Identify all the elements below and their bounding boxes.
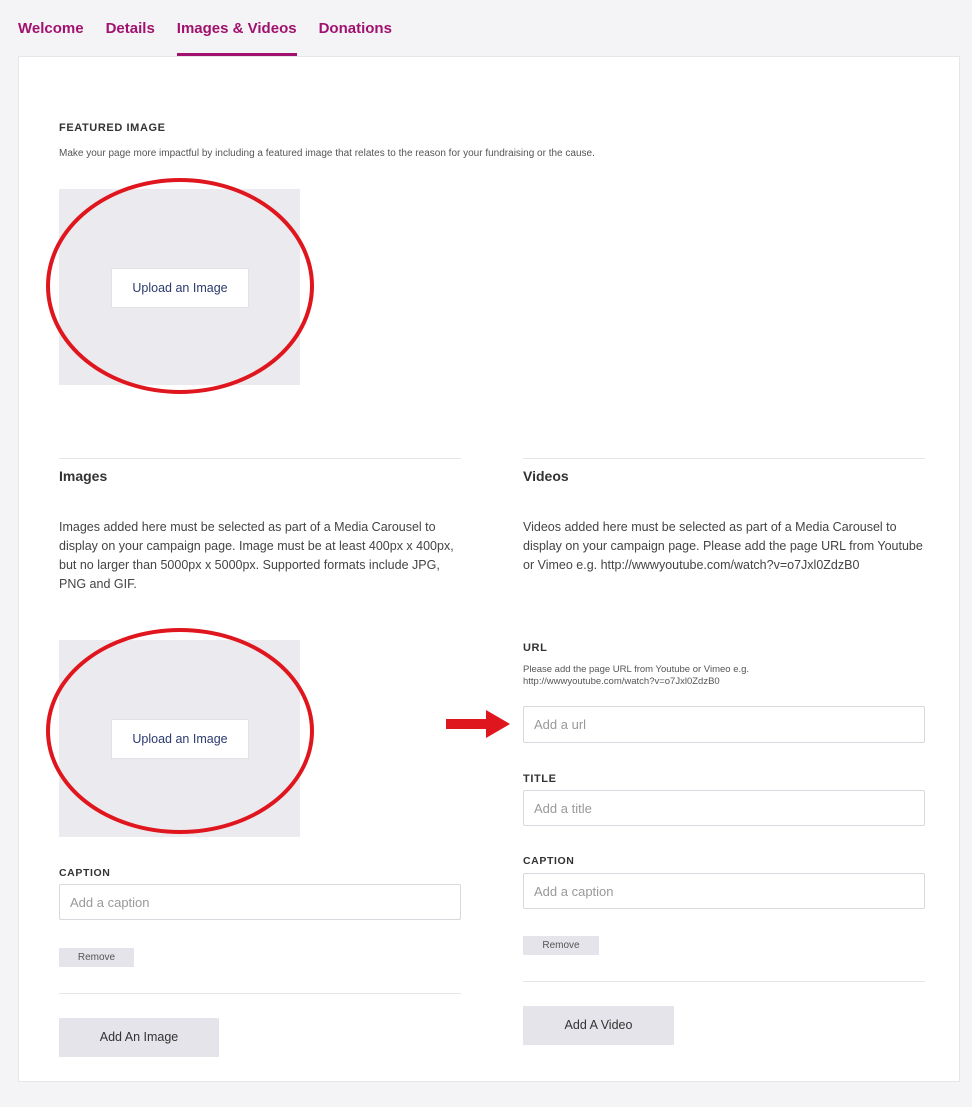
url-label: URL	[523, 642, 548, 654]
images-description: Images added here must be selected as pa…	[59, 520, 454, 591]
tab-donations[interactable]: Donations	[319, 0, 392, 56]
divider	[59, 458, 461, 459]
featured-image-title: FEATURED IMAGE	[59, 122, 166, 134]
title-label: TITLE	[523, 773, 557, 785]
videos-description: Videos added here must be selected as pa…	[523, 520, 923, 572]
tab-images-videos[interactable]: Images & Videos	[176, 0, 297, 56]
annotation-arrow-icon	[446, 710, 510, 738]
images-heading: Images	[59, 468, 108, 484]
add-image-button[interactable]: Add An Image	[59, 1018, 219, 1057]
featured-image-description: Make your page more impactful by includi…	[59, 148, 595, 159]
images-caption-input[interactable]	[59, 884, 461, 920]
video-url-input[interactable]	[523, 706, 925, 743]
featured-upload-image-button[interactable]: Upload an Image	[111, 268, 249, 308]
videos-caption-input[interactable]	[523, 873, 925, 909]
images-remove-button[interactable]: Remove	[59, 948, 134, 967]
tab-details[interactable]: Details	[106, 0, 155, 56]
video-title-input[interactable]	[523, 790, 925, 826]
divider	[523, 458, 925, 459]
tab-welcome[interactable]: Welcome	[18, 0, 84, 56]
divider	[59, 993, 461, 994]
images-caption-label: CAPTION	[59, 867, 111, 879]
images-upload-image-button[interactable]: Upload an Image	[111, 719, 249, 759]
add-video-button[interactable]: Add A Video	[523, 1006, 674, 1045]
videos-remove-button[interactable]: Remove	[523, 936, 599, 955]
tab-bar: Welcome Details Images & Videos Donation…	[18, 0, 414, 56]
divider	[523, 981, 925, 982]
videos-caption-label: CAPTION	[523, 855, 575, 867]
url-help-text: Please add the page URL from Youtube or …	[523, 664, 750, 687]
videos-heading: Videos	[523, 468, 569, 484]
